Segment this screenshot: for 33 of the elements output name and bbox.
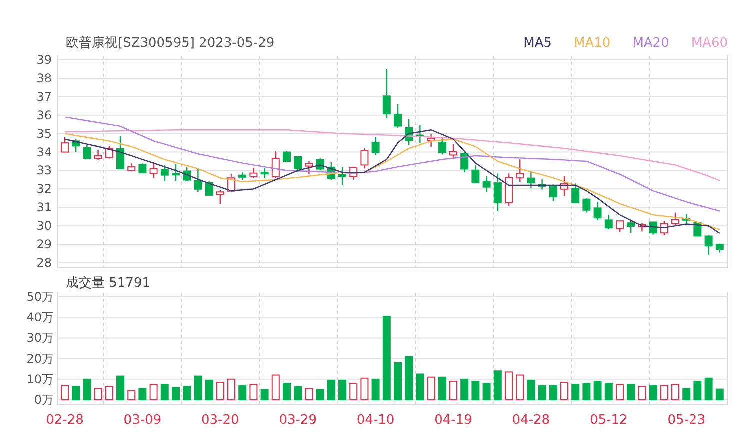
date-tick-label: 03-09 [124,413,162,428]
axis-tick-label: 29 [36,238,52,252]
axis-tick-label: 20万 [26,352,54,366]
date-tick-label: 05-12 [590,413,628,428]
axis-tick-label: 34 [36,145,52,160]
axis-tick-label: 50万 [26,292,54,304]
chart-title: 欧普康视[SZ300595] 2023-05-29 [66,35,275,53]
axis-tick-label: 36 [36,108,52,122]
date-tick-label: 03-20 [202,413,240,428]
axis-tick-label: 37 [36,90,52,104]
date-tick-label: 04-28 [512,413,550,428]
axis-tick-label: 30万 [26,331,54,346]
axis-tick-label: 31 [36,200,52,215]
axis-tick-label: 40万 [26,310,54,325]
date-tick-label: 05-23 [668,413,706,428]
legend-item: MA5 [524,35,552,53]
date-tick-label: 04-10 [356,413,395,428]
axis-tick-label: 33 [36,164,52,178]
axis-tick-label: 39 [36,55,52,67]
axis-tick-label: 28 [36,256,52,270]
date-tick-label: 03-29 [279,413,317,428]
legend-item: MA20 [632,35,670,53]
axis-tick-label: 32 [36,182,52,196]
axis-tick-label: 30 [36,219,52,234]
date-tick-label: 02-28 [46,413,84,428]
date-tick-label: 04-19 [434,413,472,428]
axis-tick-label: 38 [36,71,52,86]
legend-item: MA60 [691,35,728,53]
axis-tick-label: 35 [36,126,52,141]
axis-tick-label: 10万 [26,372,54,386]
legend-item: MA10 [574,35,611,53]
axis-tick-label: 0万 [34,393,54,407]
volume-title: 成交量 51791 [66,276,150,292]
